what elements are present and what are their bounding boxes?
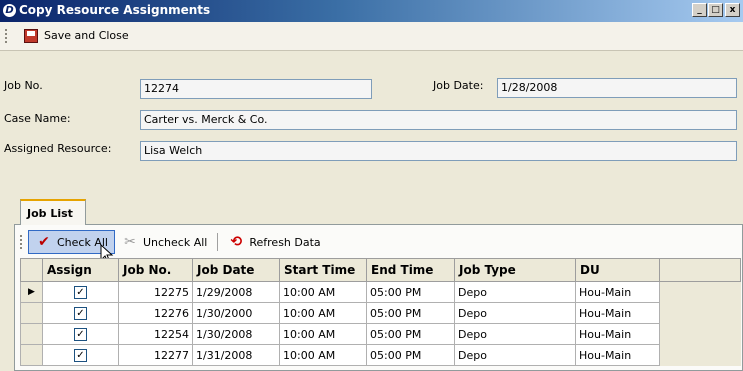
assign-checkbox[interactable]: ✓: [74, 328, 87, 341]
col-job-type-header[interactable]: Job Type: [454, 258, 576, 282]
assign-cell[interactable]: ✓: [42, 344, 119, 366]
filler-cell: [659, 281, 741, 303]
uncheck-all-icon: ✂: [124, 234, 136, 250]
job-no-cell[interactable]: 12254: [118, 323, 193, 345]
col-start-time-header[interactable]: Start Time: [279, 258, 367, 282]
job-date-field[interactable]: 1/28/2008: [497, 78, 737, 98]
case-name-label: Case Name:: [4, 112, 71, 125]
app-logo-icon[interactable]: D: [2, 3, 17, 18]
job-date-cell[interactable]: 1/30/2000: [192, 302, 280, 324]
filler-cell: [659, 302, 741, 324]
assigned-resource-label: Assigned Resource:: [4, 142, 112, 155]
check-all-icon: ✔: [38, 234, 50, 250]
toolbar-separator: [217, 233, 219, 251]
col-du-header[interactable]: DU: [575, 258, 660, 282]
row-selector[interactable]: [20, 302, 43, 324]
end-time-cell[interactable]: 05:00 PM: [366, 344, 455, 366]
window-title: Copy Resource Assignments: [19, 3, 211, 17]
refresh-data-button[interactable]: ⟲ Refresh Data: [222, 230, 326, 254]
col-filler-header: [659, 258, 741, 282]
job-date-cell[interactable]: 1/30/2008: [192, 323, 280, 345]
du-cell[interactable]: Hou-Main: [575, 302, 660, 324]
uncheck-all-label: Uncheck All: [142, 235, 208, 249]
title-bar[interactable]: D Copy Resource Assignments _ □ x: [0, 0, 743, 22]
save-and-close-button[interactable]: Save and Close: [24, 25, 129, 46]
table-row[interactable]: ✓ 12254 1/30/2008 10:00 AM 05:00 PM Depo Hou-M…: [20, 323, 741, 345]
filler-cell: [659, 323, 741, 345]
save-icon: [24, 28, 38, 43]
job-no-label: Job No.: [4, 79, 43, 92]
job-grid: Assign Job No. Job Date Start Time End T…: [20, 258, 741, 366]
start-time-cell[interactable]: 10:00 AM: [279, 281, 367, 303]
du-cell[interactable]: Hou-Main: [575, 323, 660, 345]
refresh-data-label: Refresh Data: [249, 235, 321, 249]
job-no-cell[interactable]: 12275: [118, 281, 193, 303]
col-end-time-header[interactable]: End Time: [366, 258, 455, 282]
job-no-field[interactable]: 12274: [140, 79, 372, 99]
start-time-cell[interactable]: 10:00 AM: [279, 344, 367, 366]
table-row[interactable]: ▶ ✓ 12275 1/29/2008 10:00 AM 05:00 PM Depo Hou-…: [20, 281, 741, 303]
col-job-date-header[interactable]: Job Date: [192, 258, 280, 282]
assign-cell[interactable]: ✓: [42, 302, 119, 324]
row-pointer-icon: ▶: [28, 287, 35, 297]
row-selector[interactable]: [20, 323, 43, 345]
table-row[interactable]: ✓ 12277 1/31/2008 10:00 AM 05:00 PM Depo Hou-M…: [20, 344, 741, 366]
row-selector[interactable]: [20, 344, 43, 366]
grid-header-row: Assign Job No. Job Date Start Time End T…: [20, 258, 741, 282]
maximize-button[interactable]: □: [708, 3, 723, 17]
grid-corner: [20, 258, 43, 282]
start-time-cell[interactable]: 10:00 AM: [279, 302, 367, 324]
job-type-cell[interactable]: Depo: [454, 323, 576, 345]
du-cell[interactable]: Hou-Main: [575, 344, 660, 366]
assigned-resource-field[interactable]: Lisa Welch: [140, 141, 737, 161]
end-time-cell[interactable]: 05:00 PM: [366, 281, 455, 303]
job-type-cell[interactable]: Depo: [454, 281, 576, 303]
job-type-cell[interactable]: Depo: [454, 344, 576, 366]
table-row[interactable]: ✓ 12276 1/30/2000 10:00 AM 05:00 PM Depo Hou-M…: [20, 302, 741, 324]
end-time-cell[interactable]: 05:00 PM: [366, 323, 455, 345]
assign-checkbox[interactable]: ✓: [74, 286, 87, 299]
close-button[interactable]: x: [725, 3, 740, 17]
job-no-cell[interactable]: 12277: [118, 344, 193, 366]
grid-toolbar: ✔ Check All ✂ Uncheck All ⟲ Refresh Data: [20, 228, 743, 256]
du-cell[interactable]: Hou-Main: [575, 281, 660, 303]
job-date-cell[interactable]: 1/29/2008: [192, 281, 280, 303]
save-and-close-label: Save and Close: [44, 29, 129, 42]
assign-cell[interactable]: ✓: [42, 281, 119, 303]
tab-job-list[interactable]: Job List: [20, 199, 86, 225]
col-assign-header[interactable]: Assign: [42, 258, 119, 282]
uncheck-all-button[interactable]: ✂ Uncheck All: [115, 230, 213, 254]
refresh-icon: ⟲: [230, 234, 243, 250]
main-toolbar: Save and Close: [0, 22, 743, 51]
start-time-cell[interactable]: 10:00 AM: [279, 323, 367, 345]
assign-cell[interactable]: ✓: [42, 323, 119, 345]
job-type-cell[interactable]: Depo: [454, 302, 576, 324]
row-selector[interactable]: ▶: [20, 281, 43, 303]
job-date-label: Job Date:: [433, 79, 484, 92]
case-name-field[interactable]: Carter vs. Merck & Co.: [140, 110, 737, 130]
minimize-button[interactable]: _: [692, 3, 707, 17]
end-time-cell[interactable]: 05:00 PM: [366, 302, 455, 324]
assign-checkbox[interactable]: ✓: [74, 307, 87, 320]
job-no-cell[interactable]: 12276: [118, 302, 193, 324]
assign-checkbox[interactable]: ✓: [74, 349, 87, 362]
job-date-cell[interactable]: 1/31/2008: [192, 344, 280, 366]
toolbar-grip-icon[interactable]: [5, 29, 7, 43]
grid-toolbar-grip-icon[interactable]: [20, 235, 22, 249]
col-job-no-header[interactable]: Job No.: [118, 258, 193, 282]
filler-cell: [659, 344, 741, 366]
